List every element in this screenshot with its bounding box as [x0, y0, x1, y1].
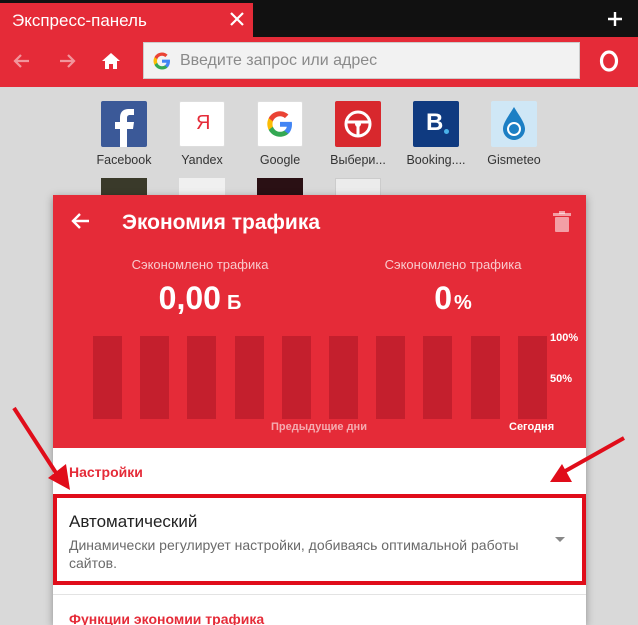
tile-label: Facebook [96, 153, 152, 167]
speed-dial-tile-facebook[interactable]: Facebook [84, 101, 164, 167]
chart-bar [329, 336, 358, 419]
saved-percent-stat: Сэкономлено трафика 0% [343, 257, 563, 317]
chart-bar [281, 336, 311, 419]
saved-percent-label: Сэкономлено трафика [384, 257, 522, 272]
address-bar[interactable]: Введите запрос или адрес [143, 42, 580, 79]
chart-bar [234, 336, 264, 419]
back-arrow-icon[interactable] [10, 49, 34, 73]
mode-title: Автоматический [69, 512, 198, 531]
chart-previous-days-label: Предыдущие дни [271, 421, 367, 433]
close-icon[interactable] [228, 8, 246, 30]
traffic-savings-dialog: Экономия трафика Сэкономлено трафика 0,0… [53, 195, 586, 625]
chart-tick-50: 50% [550, 373, 573, 385]
chart-today-label: Сегодня [509, 421, 555, 433]
dialog-header: Экономия трафика Сэкономлено трафика 0,0… [53, 195, 586, 448]
dialog-title: Экономия трафика [122, 211, 321, 234]
saved-percent-unit: % [454, 292, 472, 314]
saved-bytes-label: Сэкономлено трафика [131, 257, 269, 272]
tile-label: Yandex [181, 153, 223, 167]
tab-title: Экспресс-панель [12, 11, 147, 30]
toolbar: Введите запрос или адрес [0, 37, 638, 87]
search-input: Введите запрос или адрес [180, 52, 378, 69]
chart-bar [93, 336, 122, 419]
speed-dial-tile-gismeteo[interactable]: Gismeteo [474, 101, 554, 167]
tile-label: Выбери... [330, 153, 386, 167]
speed-dial-tile-yandex[interactable]: Я Yandex [162, 101, 242, 167]
tile-label: Gismeteo [487, 153, 541, 167]
yandex-icon: Я [179, 101, 225, 147]
chart-bar [140, 336, 170, 419]
chart-bar [517, 336, 547, 419]
features-section-title: Функции экономии трафика [69, 611, 265, 625]
divider [53, 594, 586, 595]
new-tab-plus-icon[interactable] [607, 6, 623, 30]
tab-strip: Экспресс-панель [0, 0, 638, 37]
opera-logo-icon[interactable] [598, 50, 620, 72]
chart-bar [470, 336, 500, 419]
saved-bytes-stat: Сэкономлено трафика 0,00 Б [90, 257, 310, 317]
back-arrow-icon[interactable] [69, 209, 93, 233]
trash-icon[interactable] [553, 211, 573, 233]
google-icon [257, 101, 303, 147]
google-g-icon [152, 51, 172, 71]
chart-bar [423, 336, 453, 419]
booking-icon: B [413, 101, 459, 147]
tile-label: Google [259, 153, 301, 167]
saved-bytes-value: 0,00 Б [90, 280, 310, 317]
savings-mode-dropdown[interactable]: Автоматический Динамически регулирует на… [53, 494, 586, 585]
steering-wheel-icon [335, 101, 381, 147]
speed-dial-tile-booking[interactable]: B Booking.... [396, 101, 476, 167]
forward-arrow-icon[interactable] [55, 49, 79, 73]
facebook-icon [101, 101, 147, 147]
gismeteo-icon [491, 101, 537, 147]
speed-dial-tile-choose[interactable]: Выбери... [318, 101, 398, 167]
tab-speed-dial[interactable]: Экспресс-панель [0, 3, 253, 37]
saved-bytes-unit: Б [226, 292, 242, 314]
tile-label: Booking.... [406, 153, 466, 167]
saved-percent-number: 0 [434, 280, 452, 316]
savings-bar-chart [93, 336, 548, 419]
chart-tick-100: 100% [550, 332, 579, 344]
speed-dial-tile-google[interactable]: Google [240, 101, 320, 167]
saved-bytes-number: 0,00 [158, 280, 221, 316]
mode-description: Динамически регулирует настройки, добива… [69, 537, 519, 571]
saved-percent-value: 0% [343, 280, 563, 317]
home-icon[interactable] [99, 49, 123, 73]
settings-section-title: Настройки [69, 464, 143, 480]
chart-bar [187, 336, 217, 419]
chart-bar [376, 336, 406, 419]
chevron-down-icon [555, 537, 565, 542]
